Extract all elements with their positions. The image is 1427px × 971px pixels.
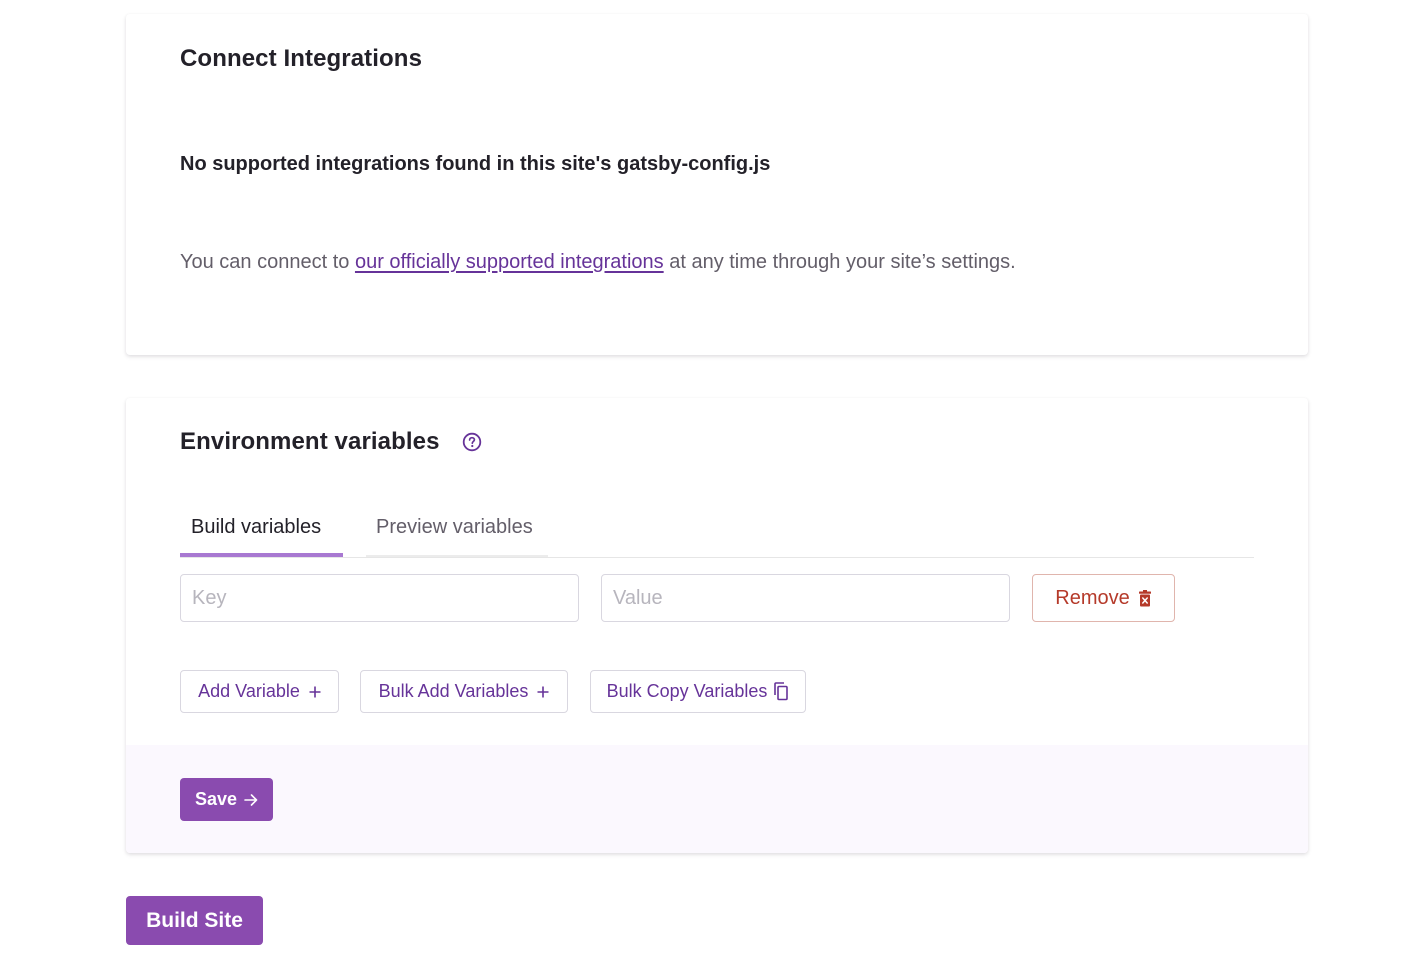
bulk-add-label: Bulk Add Variables xyxy=(378,681,529,701)
plus-icon xyxy=(537,686,549,698)
build-site-button[interactable]: Build Site xyxy=(126,896,263,945)
key-input[interactable] xyxy=(180,574,579,622)
bulk-copy-label: Bulk Copy Variables xyxy=(606,681,768,701)
tab-preview-variables[interactable]: Preview variables xyxy=(366,503,548,557)
trash-icon xyxy=(1138,589,1152,607)
integrations-title: Connect Integrations xyxy=(180,45,423,72)
copy-icon xyxy=(773,682,789,701)
environment-variables-title: Environment variables xyxy=(180,428,440,455)
add-variable-button[interactable]: Add Variable xyxy=(180,670,339,713)
help-text-prefix: You can connect to xyxy=(180,251,355,273)
value-input[interactable] xyxy=(601,574,1010,622)
plus-icon xyxy=(309,686,321,698)
supported-integrations-link[interactable]: our officially supported integrations xyxy=(355,251,664,273)
integrations-card: Connect Integrations No supported integr… xyxy=(126,14,1308,355)
save-button[interactable]: Save xyxy=(180,778,273,821)
help-text-suffix: at any time through your site’s settings… xyxy=(663,251,1016,273)
add-variable-label: Add Variable xyxy=(198,681,300,701)
save-button-label: Save xyxy=(194,789,238,809)
card-footer: Save xyxy=(126,745,1308,853)
integrations-help-text: You can connect to our officially suppor… xyxy=(180,251,1016,274)
arrow-right-icon xyxy=(244,793,258,806)
variable-tabs: Build variables Preview variables xyxy=(180,503,1254,558)
remove-button[interactable]: Remove xyxy=(1032,574,1175,622)
tab-build-variables[interactable]: Build variables xyxy=(180,503,343,557)
bulk-copy-variables-button[interactable]: Bulk Copy Variables xyxy=(590,670,806,713)
no-integrations-message: No supported integrations found in this … xyxy=(180,153,771,175)
question-circle-icon[interactable] xyxy=(462,432,482,452)
remove-button-label: Remove xyxy=(1055,586,1130,609)
environment-variables-card: Environment variables Build variables Pr… xyxy=(126,398,1308,853)
bulk-add-variables-button[interactable]: Bulk Add Variables xyxy=(360,670,568,713)
